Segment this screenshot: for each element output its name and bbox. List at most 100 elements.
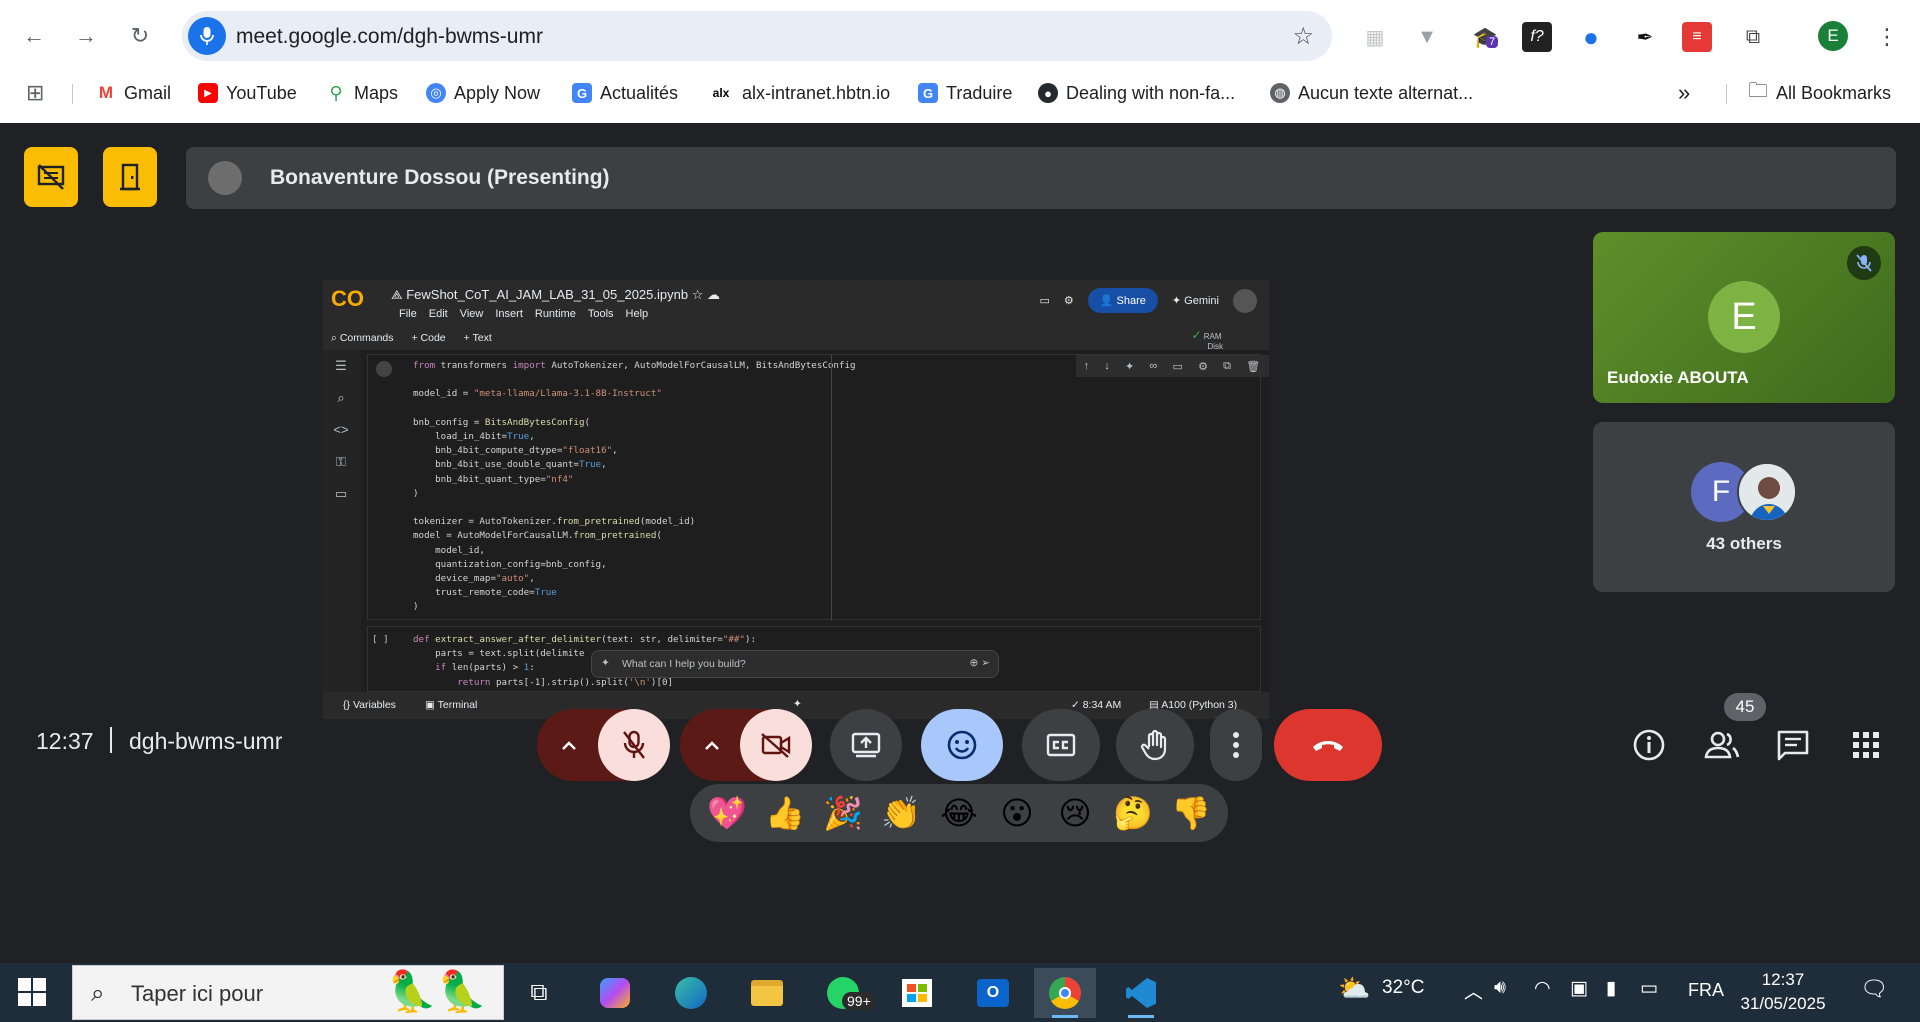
graduation-extension-icon[interactable]: 🎓 7 xyxy=(1470,22,1500,52)
camera-toggle-button[interactable] xyxy=(740,709,812,781)
file-explorer-icon[interactable] xyxy=(736,968,798,1018)
variables-button[interactable]: {} Variables xyxy=(343,699,396,711)
extension-icon[interactable]: ▦ xyxy=(1360,22,1390,52)
stop-presenting-button[interactable] xyxy=(24,147,78,207)
windows-start-icon[interactable] xyxy=(18,978,46,1006)
input-language[interactable]: FRA xyxy=(1688,980,1724,1001)
people-button[interactable] xyxy=(1700,723,1744,767)
add-text-button[interactable]: + Text xyxy=(464,332,492,345)
delete-icon[interactable]: 🗑 xyxy=(1246,360,1260,373)
comment-icon[interactable]: ▭ xyxy=(1039,294,1049,307)
participant-tile[interactable]: E Eudoxie ABOUTA xyxy=(1593,232,1895,403)
meeting-details-button[interactable] xyxy=(1627,723,1671,767)
bookmark-youtube[interactable]: ▶ YouTube xyxy=(198,80,297,106)
more-options-button[interactable] xyxy=(1210,709,1262,781)
colab-avatar[interactable] xyxy=(1233,288,1257,313)
more-vert-icon[interactable]: ⋮ xyxy=(1872,22,1902,52)
bookmark-actualites[interactable]: G Actualités xyxy=(572,80,678,106)
bookmark-apply-now[interactable]: ◎ Apply Now xyxy=(426,80,540,106)
bookmark-alx[interactable]: alx alx-intranet.hbtn.io xyxy=(708,80,890,106)
leave-door-button[interactable] xyxy=(103,147,157,207)
camera-in-use-icon[interactable]: ▣ xyxy=(1570,977,1588,1000)
sparkle-icon[interactable]: ✦ xyxy=(793,698,802,710)
present-screen-button[interactable] xyxy=(830,709,902,781)
reaction-laughing[interactable]: 😂 xyxy=(933,794,985,832)
gemini-button[interactable]: ✦ Gemini xyxy=(1172,294,1219,307)
leave-call-button[interactable] xyxy=(1274,709,1382,781)
copilot-icon[interactable] xyxy=(584,968,646,1018)
sparkle-icon[interactable]: ✦ xyxy=(1125,360,1134,373)
profile-avatar[interactable]: E xyxy=(1818,21,1848,51)
mirror-icon[interactable]: ⧉ xyxy=(1223,360,1231,373)
menu-runtime[interactable]: Runtime xyxy=(535,308,576,320)
mic-in-use-icon[interactable]: ▮ xyxy=(1606,977,1616,1000)
reload-icon[interactable]: ↻ xyxy=(124,20,156,52)
comment-icon[interactable]: ▭ xyxy=(1172,360,1182,373)
vscode-icon[interactable] xyxy=(1110,968,1172,1018)
reaction-thumbs-up[interactable]: 👍 xyxy=(759,794,811,832)
system-clock[interactable]: 12:37 31/05/2025 xyxy=(1740,968,1826,1016)
folder-icon[interactable]: ▭ xyxy=(331,486,351,502)
url-text[interactable]: meet.google.com/dgh-bwms-umr xyxy=(236,25,543,49)
mic-icon[interactable] xyxy=(188,17,226,55)
run-cell-icon[interactable] xyxy=(376,361,392,377)
reaction-thumbs-down[interactable]: 👎 xyxy=(1165,794,1217,832)
mic-toggle-button[interactable] xyxy=(598,709,670,781)
formula-extension-icon[interactable]: f? xyxy=(1522,22,1552,52)
pen-extension-icon[interactable]: ✒ xyxy=(1630,22,1660,52)
more-bookmarks-chevron-icon[interactable]: » xyxy=(1678,80,1690,106)
settings-gear-icon[interactable]: ⚙ xyxy=(1064,294,1074,307)
find-icon[interactable]: ⌕ xyxy=(331,390,351,406)
add-code-button[interactable]: + Code xyxy=(412,332,446,345)
send-icon[interactable]: ⊕ ➢ xyxy=(969,657,990,669)
toc-icon[interactable]: ☰ xyxy=(331,358,351,374)
menu-edit[interactable]: Edit xyxy=(429,308,448,320)
menu-help[interactable]: Help xyxy=(626,308,649,320)
code-cell[interactable]: ↑↓✦∞▭⚙⧉🗑⋮ from transformers import AutoT… xyxy=(367,354,1269,620)
raise-hand-button[interactable] xyxy=(1116,709,1194,781)
chat-button[interactable] xyxy=(1771,723,1815,767)
share-button[interactable]: 👤 Share xyxy=(1087,288,1158,313)
notifications-icon[interactable]: 🗨︎ xyxy=(1860,976,1888,1002)
bookmark-aucun-texte[interactable]: ◍ Aucun texte alternat... xyxy=(1270,80,1473,106)
others-tile[interactable]: F 43 others xyxy=(1593,422,1895,592)
ai-prompt-box[interactable]: ✦ What can I help you build? ⊕ ➢ xyxy=(591,650,999,678)
reaction-party-popper[interactable]: 🎉 xyxy=(817,794,869,832)
reaction-thinking[interactable]: 🤔 xyxy=(1107,794,1159,832)
back-icon[interactable]: ← xyxy=(18,20,50,52)
outlook-icon[interactable]: O xyxy=(962,968,1024,1018)
microsoft-store-icon[interactable] xyxy=(886,968,948,1018)
gear-icon[interactable]: ⚙ xyxy=(1198,360,1208,373)
code-icon[interactable]: <> xyxy=(331,422,351,437)
weather-icon[interactable]: ⛅ xyxy=(1338,973,1370,1004)
taskbar-search[interactable]: ⌕ Taper ici pour 🦜🦜 xyxy=(72,965,504,1020)
edge-icon[interactable] xyxy=(660,968,722,1018)
reaction-clapping[interactable]: 👏 xyxy=(875,794,927,832)
bookmark-gmail[interactable]: M Gmail xyxy=(96,80,171,106)
bookmark-github[interactable]: ● Dealing with non-fa... xyxy=(1038,80,1235,106)
activities-button[interactable] xyxy=(1844,723,1888,767)
reactions-button[interactable] xyxy=(921,709,1003,781)
todoist-extension-icon[interactable]: ≡ xyxy=(1682,22,1712,52)
extensions-puzzle-icon[interactable]: ⧉ xyxy=(1738,22,1768,52)
omnibox[interactable]: meet.google.com/dgh-bwms-umr ☆ xyxy=(182,11,1332,61)
reaction-crying[interactable]: 😢 xyxy=(1049,794,1101,832)
captions-button[interactable] xyxy=(1022,709,1100,781)
reaction-surprised[interactable]: 😮 xyxy=(991,794,1043,832)
key-icon[interactable]: ⚿ xyxy=(331,454,351,470)
bookmark-maps[interactable]: ⚲ Maps xyxy=(326,80,398,106)
whatsapp-icon[interactable]: 99+ xyxy=(812,968,876,1018)
bookmark-traduire[interactable]: G Traduire xyxy=(918,80,1012,106)
chrome-icon[interactable] xyxy=(1034,968,1096,1018)
link-icon[interactable]: ∞ xyxy=(1149,360,1157,372)
volume-icon[interactable]: 🔊︎ xyxy=(1494,977,1506,999)
weather-temp[interactable]: 32°C xyxy=(1382,977,1424,999)
reaction-sparkling-heart[interactable]: 💖 xyxy=(701,794,753,832)
battery-icon[interactable]: ▭ xyxy=(1640,977,1658,1000)
menu-view[interactable]: View xyxy=(460,308,484,320)
move-down-icon[interactable]: ↓ xyxy=(1104,360,1110,372)
commands-button[interactable]: ⌕ Commands xyxy=(331,332,394,345)
show-hidden-icons-chevron-icon[interactable]: ︿ xyxy=(1464,977,1483,1004)
bookmark-star-icon[interactable]: ☆ xyxy=(1292,22,1314,51)
terminal-button[interactable]: ▣ Terminal xyxy=(425,699,477,711)
